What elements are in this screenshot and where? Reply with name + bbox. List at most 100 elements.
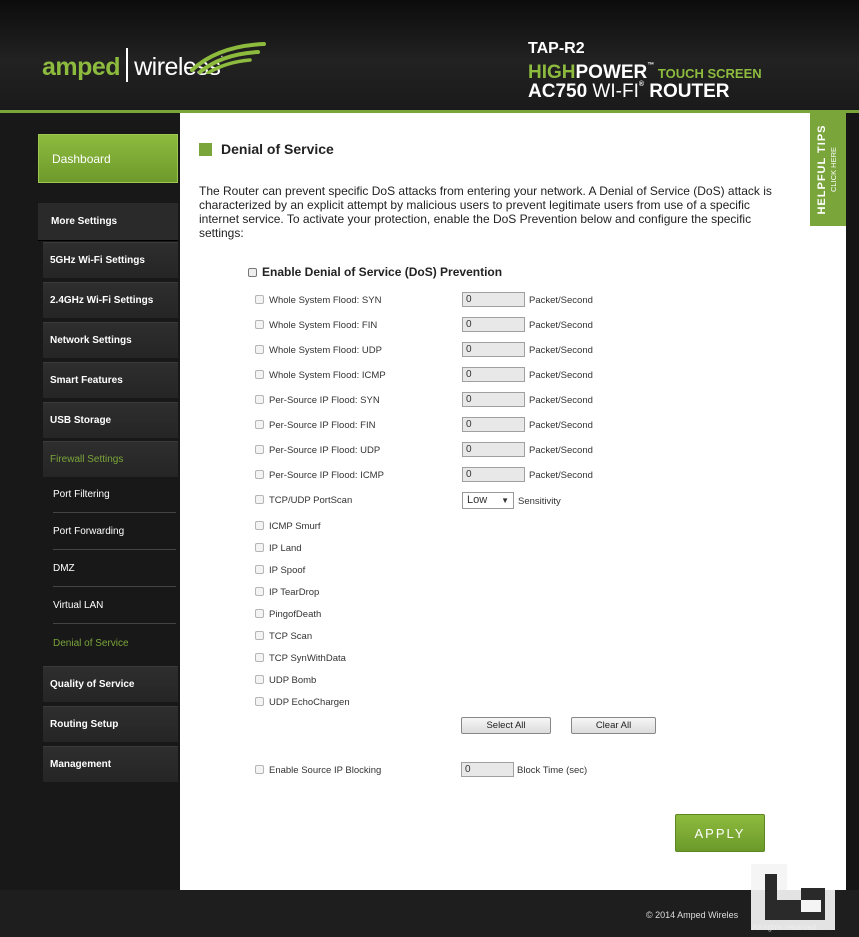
flood-label: Per-Source IP Flood: UDP	[269, 445, 381, 456]
intro-text: The Router can prevent specific DoS atta…	[199, 184, 772, 240]
flood-rate-input[interactable]: 0	[462, 317, 525, 332]
flood-unit: Packet/Second	[529, 445, 593, 456]
sidebar-subitem-port-filtering[interactable]: Port Filtering	[53, 477, 176, 513]
attack-checkbox[interactable]	[255, 587, 264, 596]
attack-row[interactable]: PingofDeath	[255, 609, 321, 620]
flood-row-label[interactable]: Per-Source IP Flood: SYN	[255, 395, 380, 406]
helpful-tips-tab[interactable]: HELPFUL TIPS CLICK HERE	[810, 113, 846, 226]
attack-label: PingofDeath	[269, 609, 322, 620]
attack-row[interactable]: IP Land	[255, 543, 302, 554]
sidebar-item-firewall[interactable]: Firewall Settings	[43, 441, 178, 477]
sidebar-item-routing[interactable]: Routing Setup	[43, 706, 178, 742]
flood-rate-input[interactable]: 0	[462, 367, 525, 382]
title-marker-icon	[199, 143, 212, 156]
tagline-high: HIGH	[528, 62, 576, 83]
tagline-touch: TOUCH SCREEN	[654, 66, 762, 81]
more-settings-button[interactable]: More Settings	[38, 203, 178, 241]
enable-dos-checkbox[interactable]	[248, 268, 257, 277]
watermark-logo-icon	[751, 864, 835, 930]
helpful-tips-text: HELPFUL TIPS CLICK HERE	[810, 113, 846, 226]
flood-unit: Packet/Second	[529, 420, 593, 431]
brand-left: amped	[42, 53, 121, 81]
flood-row-label[interactable]: Per-Source IP Flood: FIN	[255, 420, 375, 431]
flood-label: Whole System Flood: ICMP	[269, 370, 386, 381]
flood-checkbox[interactable]	[255, 395, 264, 404]
attack-checkbox[interactable]	[255, 543, 264, 552]
flood-label: Per-Source IP Flood: FIN	[269, 420, 376, 431]
attack-checkbox[interactable]	[255, 653, 264, 662]
attack-checkbox[interactable]	[255, 675, 264, 684]
flood-rate-input[interactable]: 0	[462, 342, 525, 357]
attack-row[interactable]: TCP Scan	[255, 631, 312, 642]
flood-checkbox[interactable]	[255, 345, 264, 354]
attack-label: TCP Scan	[269, 631, 313, 642]
flood-unit: Packet/Second	[529, 345, 593, 356]
clear-all-button[interactable]: Clear All	[571, 717, 656, 734]
portscan-checkbox[interactable]	[255, 495, 264, 504]
flood-row-label[interactable]: Whole System Flood: UDP	[255, 345, 382, 356]
source-ip-blocking-label: Enable Source IP Blocking	[269, 765, 382, 776]
flood-row-label[interactable]: Per-Source IP Flood: UDP	[255, 445, 380, 456]
attack-checkbox[interactable]	[255, 521, 264, 530]
flood-label: Whole System Flood: UDP	[269, 345, 382, 356]
attack-label: IP TearDrop	[269, 587, 320, 598]
sidebar-item-5ghz[interactable]: 5GHz Wi-Fi Settings	[43, 242, 178, 278]
flood-rate-input[interactable]: 0	[462, 392, 525, 407]
model-name: TAP-R2	[528, 40, 585, 57]
flood-row-label[interactable]: Per-Source IP Flood: ICMP	[255, 470, 384, 481]
flood-unit: Packet/Second	[529, 470, 593, 481]
dashboard-button[interactable]: Dashboard	[38, 134, 178, 183]
tagline-router-text: ROUTER	[644, 81, 730, 102]
attack-row[interactable]: UDP EchoChargen	[255, 697, 350, 708]
attack-row[interactable]: UDP Bomb	[255, 675, 316, 686]
flood-checkbox[interactable]	[255, 320, 264, 329]
flood-checkbox[interactable]	[255, 295, 264, 304]
sidebar-item-network[interactable]: Network Settings	[43, 322, 178, 358]
flood-checkbox[interactable]	[255, 445, 264, 454]
signal-wave-icon	[190, 42, 266, 74]
flood-row-label[interactable]: Whole System Flood: SYN	[255, 295, 381, 306]
brand-separator	[126, 48, 129, 82]
flood-unit: Packet/Second	[529, 395, 593, 406]
flood-rate-input[interactable]: 0	[462, 292, 525, 307]
flood-unit: Packet/Second	[529, 295, 593, 306]
sidebar-item-usb-storage[interactable]: USB Storage	[43, 402, 178, 438]
block-time-input[interactable]: 0	[461, 762, 514, 777]
attack-row[interactable]: IP Spoof	[255, 565, 305, 576]
attack-row[interactable]: IP TearDrop	[255, 587, 319, 598]
attack-row[interactable]: TCP SynWithData	[255, 653, 346, 664]
enable-dos-row[interactable]: Enable Denial of Service (DoS) Preventio…	[248, 265, 502, 279]
sidebar-subitem-dmz[interactable]: DMZ	[53, 551, 176, 587]
sidebar-item-24ghz[interactable]: 2.4GHz Wi-Fi Settings	[43, 282, 178, 318]
portscan-row[interactable]: TCP/UDP PortScan	[255, 495, 352, 506]
source-ip-blocking-row[interactable]: Enable Source IP Blocking	[255, 765, 381, 776]
flood-row-label[interactable]: Whole System Flood: FIN	[255, 320, 377, 331]
flood-checkbox[interactable]	[255, 470, 264, 479]
sensitivity-select[interactable]: Low ▼	[462, 492, 514, 509]
flood-checkbox[interactable]	[255, 420, 264, 429]
apply-button[interactable]: APPLY	[675, 814, 765, 852]
flood-row-label[interactable]: Whole System Flood: ICMP	[255, 370, 386, 381]
flood-checkbox[interactable]	[255, 370, 264, 379]
attack-row[interactable]: ICMP Smurf	[255, 521, 321, 532]
sidebar-item-management[interactable]: Management	[43, 746, 178, 782]
attack-label: UDP EchoChargen	[269, 697, 350, 708]
source-ip-blocking-checkbox[interactable]	[255, 765, 264, 774]
sidebar-item-qos[interactable]: Quality of Service	[43, 666, 178, 702]
sidebar-subitem-virtual-lan[interactable]: Virtual LAN	[53, 588, 176, 624]
attack-checkbox[interactable]	[255, 609, 264, 618]
flood-label: Per-Source IP Flood: SYN	[269, 395, 380, 406]
flood-rate-input[interactable]: 0	[462, 417, 525, 432]
attack-checkbox[interactable]	[255, 565, 264, 574]
flood-rate-input[interactable]: 0	[462, 442, 525, 457]
tagline-wifi: WI-FI	[587, 81, 639, 102]
flood-rate-input[interactable]: 0	[462, 467, 525, 482]
attack-checkbox[interactable]	[255, 631, 264, 640]
select-all-button[interactable]: Select All	[461, 717, 551, 734]
sidebar-subitem-port-forwarding[interactable]: Port Forwarding	[53, 514, 176, 550]
sidebar-subitem-denial-of-service[interactable]: Denial of Service	[53, 626, 176, 662]
enable-dos-label: Enable Denial of Service (DoS) Preventio…	[262, 265, 503, 279]
helpful-tips-title: HELPFUL TIPS	[816, 124, 828, 215]
attack-checkbox[interactable]	[255, 697, 264, 706]
sidebar-item-smart-features[interactable]: Smart Features	[43, 362, 178, 398]
